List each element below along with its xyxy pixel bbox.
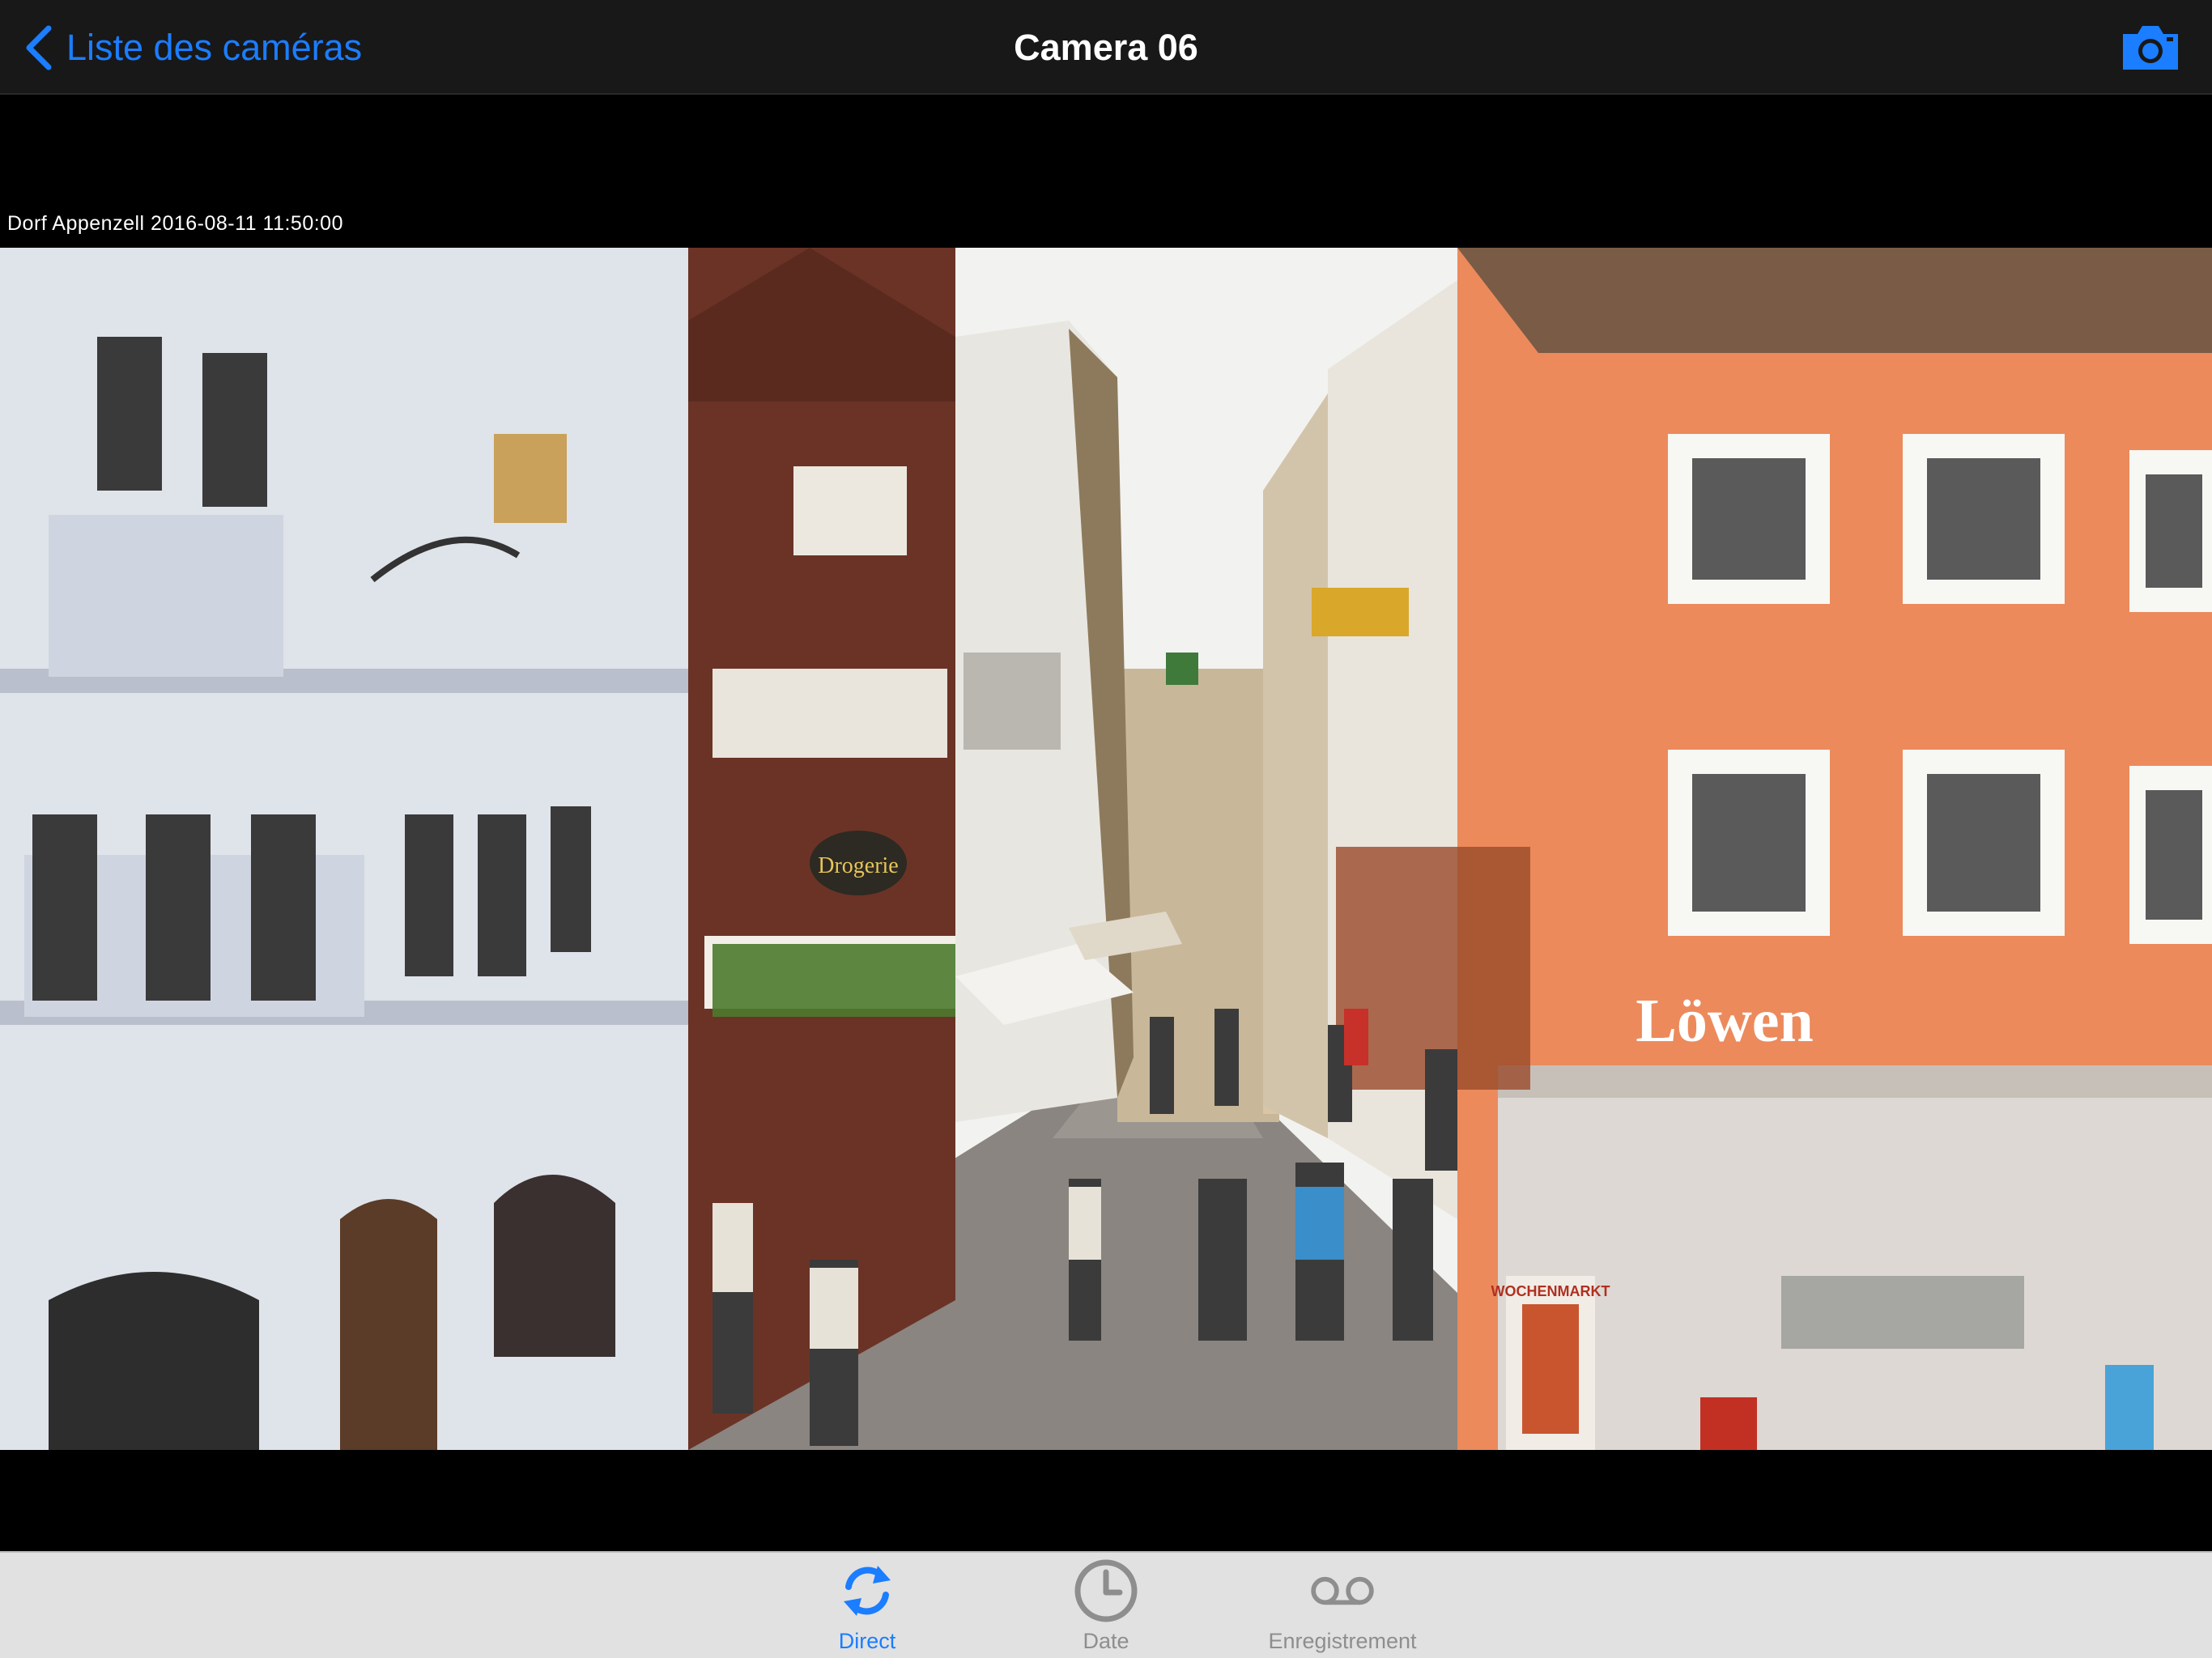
- drogerie-sign: Drogerie: [818, 853, 899, 878]
- tab-enregistrement[interactable]: Enregistrement: [1237, 1553, 1448, 1658]
- refresh-icon: [844, 1566, 891, 1616]
- tab-enregistrement-label: Enregistrement: [1268, 1629, 1417, 1653]
- loewen-sign: Löwen: [1636, 987, 1814, 1055]
- street-scene-image: Drogerie Löwen WOCHENMARKT: [0, 248, 2212, 1450]
- tab-direct[interactable]: Direct: [762, 1553, 972, 1658]
- recording-icon: [1311, 1576, 1374, 1605]
- snapshot-button[interactable]: [2120, 19, 2181, 74]
- tab-date-label: Date: [1083, 1629, 1129, 1653]
- navigation-bar: Liste des caméras Camera 06: [0, 0, 2212, 95]
- wochenmarkt-sign: WOCHENMARKT: [1491, 1283, 1610, 1299]
- tab-bar: Direct Date Enregistrement: [0, 1551, 2212, 1658]
- tab-date[interactable]: Date: [1001, 1553, 1211, 1658]
- camera-icon: [2123, 26, 2178, 70]
- back-button-label: Liste des caméras: [66, 26, 363, 68]
- clock-icon: [1074, 1559, 1138, 1622]
- back-button[interactable]: Liste des caméras: [23, 0, 362, 95]
- camera-overlay-timestamp: Dorf Appenzell 2016-08-11 11:50:00: [7, 212, 343, 235]
- live-video-feed[interactable]: Drogerie Löwen WOCHENMARKT: [0, 248, 2212, 1450]
- tab-direct-label: Direct: [838, 1629, 896, 1653]
- chevron-left-icon: [26, 25, 52, 70]
